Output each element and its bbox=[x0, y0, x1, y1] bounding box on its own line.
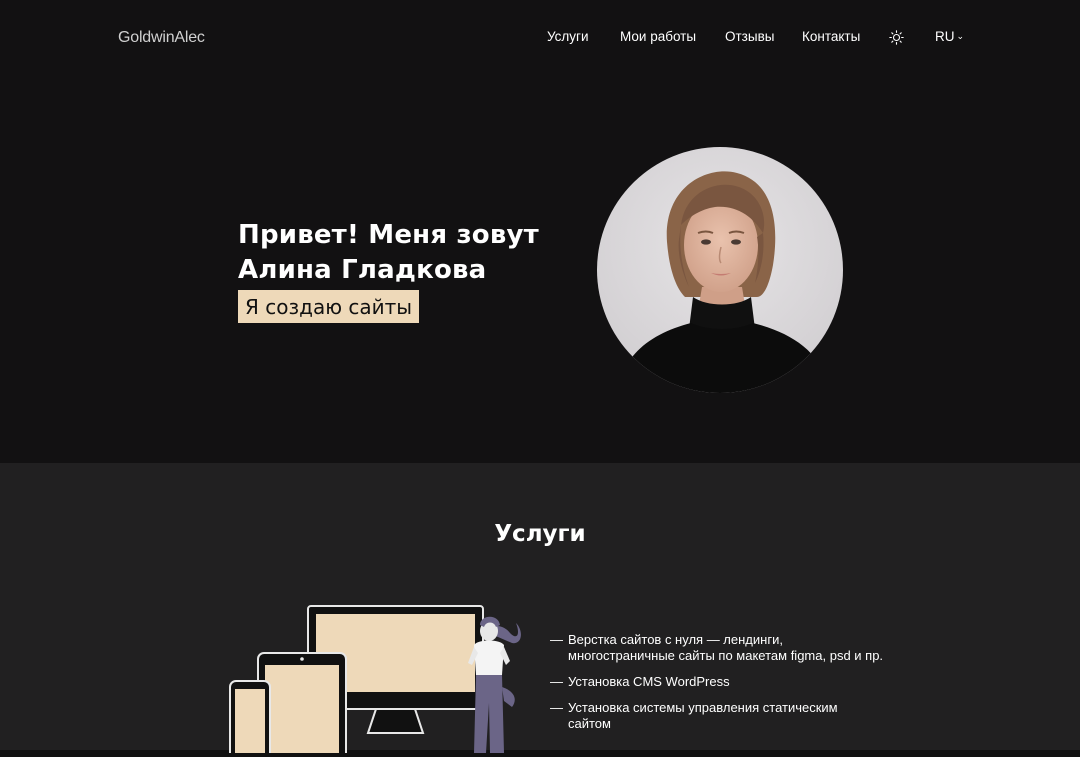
list-item-text-line-1: Верстка сайтов с нуля — лендинги, bbox=[568, 632, 783, 647]
list-item-text-line-1: Установка системы управления статическим bbox=[568, 700, 838, 715]
theme-toggle-button[interactable] bbox=[889, 30, 904, 45]
site-header: GoldwinAlec Услуги Мои работы Отзывы Кон… bbox=[0, 0, 1080, 76]
list-item: — Установка CMS WordPress bbox=[550, 674, 900, 690]
devices-illustration bbox=[228, 603, 528, 757]
hero-subtitle-badge: Я создаю сайты bbox=[238, 290, 420, 323]
portrait-photo bbox=[597, 147, 843, 393]
nav-item-contacts[interactable]: Контакты bbox=[802, 29, 860, 44]
list-item: — Верстка сайтов с нуля — лендинги, мног… bbox=[550, 632, 900, 664]
dash-marker: — bbox=[550, 700, 563, 715]
services-list: — Верстка сайтов с нуля — лендинги, мног… bbox=[550, 632, 900, 742]
list-item: — Установка системы управления статическ… bbox=[550, 700, 900, 732]
hero-section: GoldwinAlec Услуги Мои работы Отзывы Кон… bbox=[0, 0, 1080, 463]
services-section: Услуги — Верстка сайтов с нуля — лендинг… bbox=[0, 463, 1080, 757]
services-title: Услуги bbox=[494, 521, 586, 547]
chevron-down-icon: ⌄ bbox=[956, 31, 965, 41]
nav-item-works[interactable]: Мои работы bbox=[620, 29, 696, 44]
site-logo[interactable]: GoldwinAlec bbox=[118, 29, 205, 47]
sun-icon bbox=[889, 30, 904, 45]
nav-item-reviews[interactable]: Отзывы bbox=[725, 29, 774, 44]
list-item-text-line-1: Установка CMS WordPress bbox=[568, 674, 730, 689]
language-select[interactable]: RU ⌄ bbox=[935, 29, 964, 44]
dash-marker: — bbox=[550, 632, 563, 647]
hero-title-line-2: Алина Гладкова bbox=[238, 255, 487, 285]
hero-title-line-1: Привет! Меня зовут bbox=[238, 220, 539, 250]
nav-item-services[interactable]: Услуги bbox=[547, 29, 589, 44]
list-item-text-line-2: многостраничные сайты по макетам figma, … bbox=[568, 648, 884, 663]
language-label: RU bbox=[935, 29, 955, 44]
dash-marker: — bbox=[550, 674, 563, 689]
hero-title: Привет! Меня зовут Алина Гладкова bbox=[238, 218, 578, 288]
list-item-text-line-2: сайтом bbox=[568, 716, 611, 731]
portrait-icon bbox=[597, 147, 843, 393]
